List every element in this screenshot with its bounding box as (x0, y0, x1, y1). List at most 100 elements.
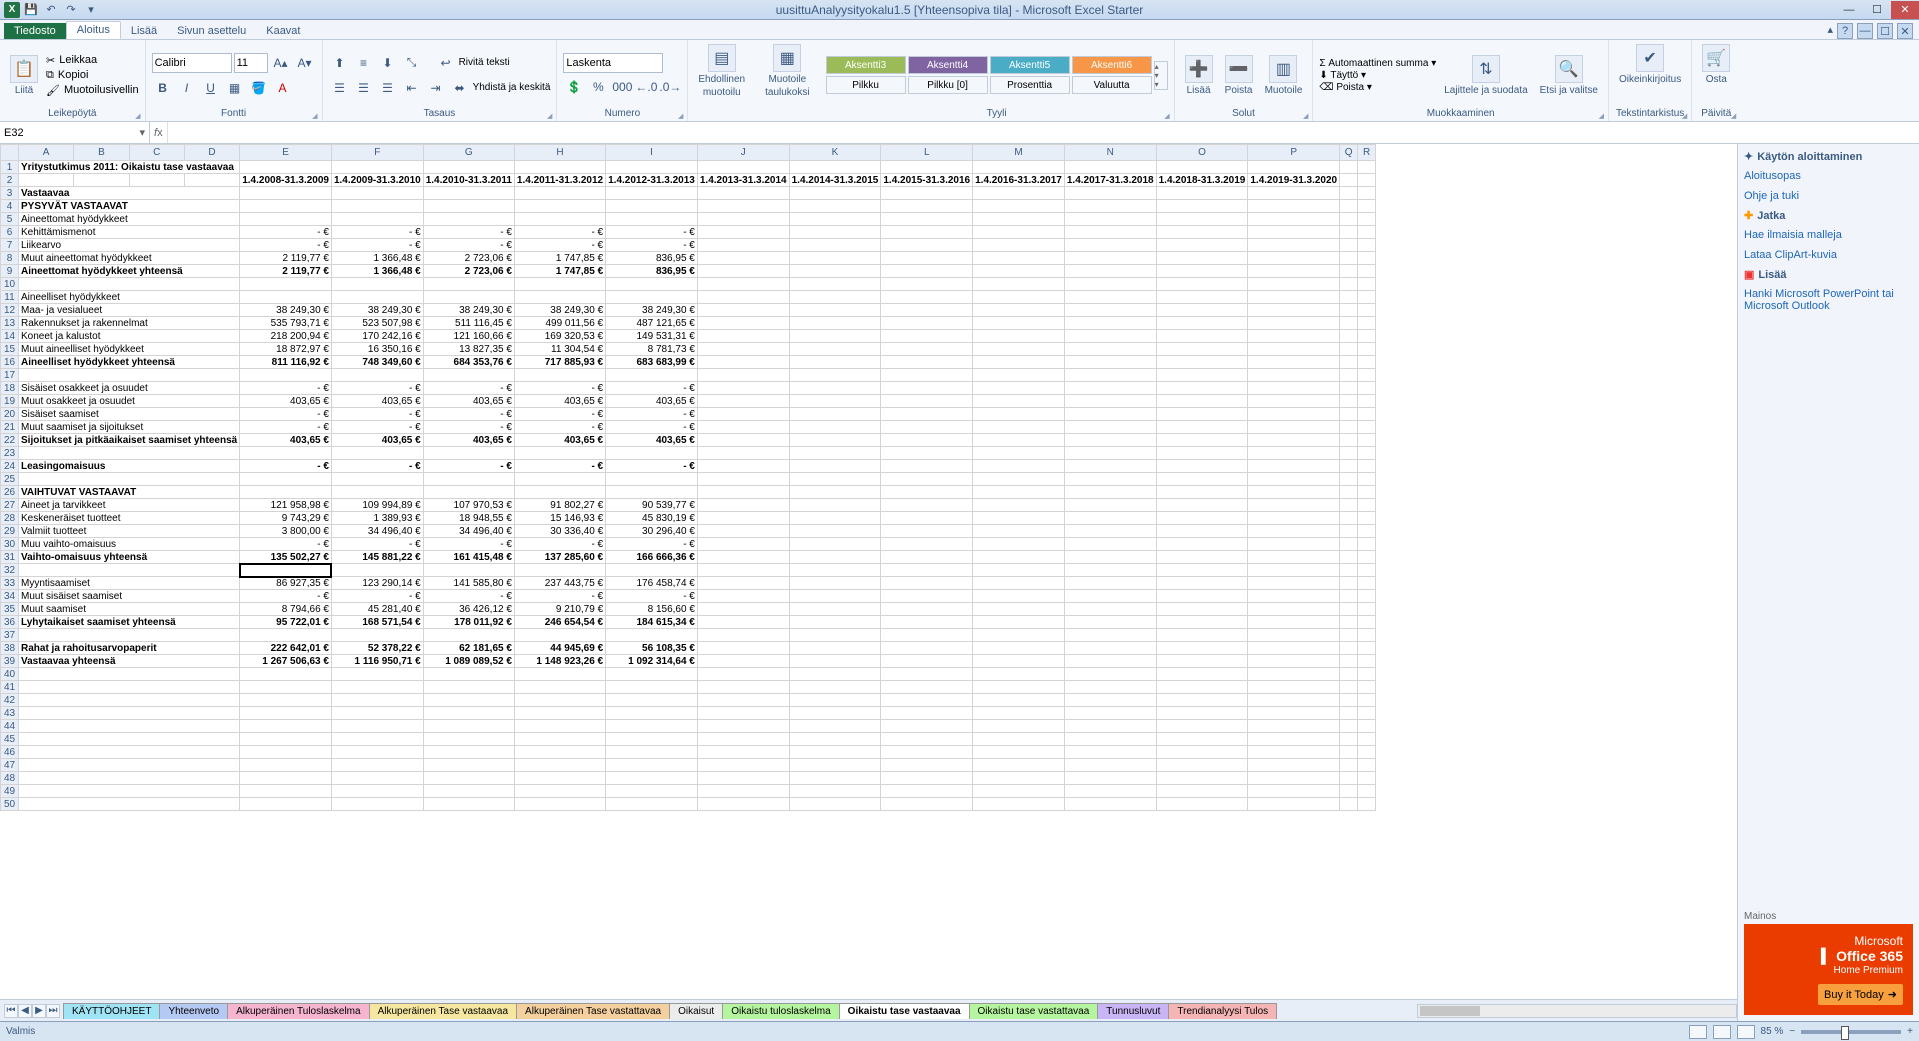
window-close-doc-icon[interactable]: ✕ (1897, 23, 1913, 39)
cell[interactable] (789, 434, 881, 447)
clear-button[interactable]: ⌫ Poista ▾ (1319, 82, 1436, 93)
cell[interactable] (789, 473, 881, 486)
cell[interactable] (1064, 317, 1156, 330)
cell[interactable] (789, 460, 881, 473)
cell[interactable]: - € (240, 382, 332, 395)
cell[interactable] (789, 512, 881, 525)
tab-insert[interactable]: Lisää (121, 23, 167, 39)
orientation-icon[interactable]: ⤡ (401, 52, 423, 74)
cell[interactable]: - € (331, 538, 423, 551)
cell[interactable] (697, 564, 789, 577)
cell[interactable] (697, 746, 789, 759)
zoom-out-icon[interactable]: − (1789, 1026, 1795, 1037)
zoom-in-icon[interactable]: + (1907, 1026, 1913, 1037)
cell[interactable] (423, 213, 514, 226)
cell[interactable] (423, 707, 514, 720)
cell[interactable]: 403,65 € (423, 395, 514, 408)
cell[interactable] (1064, 252, 1156, 265)
cell[interactable] (789, 590, 881, 603)
cell[interactable] (1248, 395, 1340, 408)
cell[interactable] (514, 681, 605, 694)
cell[interactable] (789, 213, 881, 226)
cell[interactable]: - € (240, 408, 332, 421)
redo-icon[interactable]: ↷ (62, 2, 80, 18)
cell[interactable]: - € (423, 538, 514, 551)
cell[interactable] (881, 486, 973, 499)
format-cells-button[interactable]: ▥Muotoile (1261, 42, 1307, 108)
cell[interactable] (789, 772, 881, 785)
cell[interactable]: 168 571,54 € (331, 616, 423, 629)
row-header[interactable]: 27 (1, 499, 19, 512)
cell[interactable]: - € (331, 382, 423, 395)
cell[interactable] (331, 707, 423, 720)
cell[interactable] (606, 694, 698, 707)
cell[interactable] (881, 525, 973, 538)
name-box-dropdown-icon[interactable]: ▾ (139, 126, 145, 139)
cell[interactable] (1248, 473, 1340, 486)
sheet-tab[interactable]: Alkuperäinen Tase vastaavaa (369, 1003, 517, 1019)
cell[interactable] (697, 525, 789, 538)
cell[interactable]: 38 249,30 € (423, 304, 514, 317)
cell[interactable] (514, 694, 605, 707)
cell[interactable] (1064, 356, 1156, 369)
cell[interactable] (697, 512, 789, 525)
cell[interactable] (973, 395, 1065, 408)
cell[interactable] (1064, 603, 1156, 616)
cell[interactable] (1248, 512, 1340, 525)
cell[interactable] (514, 564, 605, 577)
cell[interactable] (1156, 460, 1248, 473)
cell[interactable]: 13 827,35 € (423, 343, 514, 356)
currency-icon[interactable]: 💲 (563, 76, 585, 98)
cell[interactable] (1064, 798, 1156, 811)
style-percent[interactable]: Prosenttia (990, 76, 1070, 94)
office365-ad[interactable]: Microsoft ▍ Office 365 Home Premium Buy … (1744, 924, 1913, 1015)
cell[interactable] (789, 291, 881, 304)
cell[interactable] (1156, 265, 1248, 278)
cell[interactable] (697, 486, 789, 499)
painter-button[interactable]: 🖌Muotoilusivellin (46, 84, 139, 97)
cell[interactable]: 38 249,30 € (331, 304, 423, 317)
cell[interactable]: 222 642,01 € (240, 642, 332, 655)
cell[interactable]: - € (606, 408, 698, 421)
cell[interactable] (1064, 681, 1156, 694)
cell[interactable]: - € (331, 460, 423, 473)
style-accent5[interactable]: Aksentti5 (990, 56, 1070, 74)
cell[interactable]: - € (514, 408, 605, 421)
cell[interactable]: - € (240, 590, 332, 603)
cell[interactable] (1156, 213, 1248, 226)
cell[interactable] (240, 746, 332, 759)
cell[interactable]: 523 507,98 € (331, 317, 423, 330)
cell[interactable] (423, 629, 514, 642)
cell[interactable] (697, 590, 789, 603)
cell[interactable]: 141 585,80 € (423, 577, 514, 590)
cell[interactable]: 109 994,89 € (331, 499, 423, 512)
cell[interactable] (1064, 564, 1156, 577)
cell[interactable] (697, 278, 789, 291)
cell[interactable] (881, 304, 973, 317)
cell[interactable]: - € (514, 590, 605, 603)
cell[interactable] (331, 759, 423, 772)
link-clipart[interactable]: Lataa ClipArt-kuvia (1744, 248, 1913, 262)
cell[interactable]: - € (606, 421, 698, 434)
cell[interactable] (789, 759, 881, 772)
cell[interactable]: 811 116,92 € (240, 356, 332, 369)
cell[interactable]: - € (514, 538, 605, 551)
cell[interactable] (1156, 681, 1248, 694)
cell[interactable] (697, 304, 789, 317)
grid[interactable]: ABCDEFGHIJKLMNOPQR1Yritystutkimus 2011: … (0, 144, 1737, 999)
cell[interactable] (697, 200, 789, 213)
cell[interactable]: - € (423, 460, 514, 473)
cell[interactable]: - € (606, 226, 698, 239)
cell[interactable] (697, 759, 789, 772)
sheet-tab[interactable]: Alkuperäinen Tuloslaskelma (227, 1003, 370, 1019)
cell[interactable] (514, 213, 605, 226)
row-header[interactable]: 46 (1, 746, 19, 759)
cell[interactable] (1156, 590, 1248, 603)
cell[interactable] (697, 642, 789, 655)
row-header[interactable]: 7 (1, 239, 19, 252)
cell[interactable] (789, 304, 881, 317)
cell[interactable] (973, 772, 1065, 785)
cell[interactable] (1248, 486, 1340, 499)
cell[interactable] (240, 694, 332, 707)
cell[interactable] (1248, 681, 1340, 694)
